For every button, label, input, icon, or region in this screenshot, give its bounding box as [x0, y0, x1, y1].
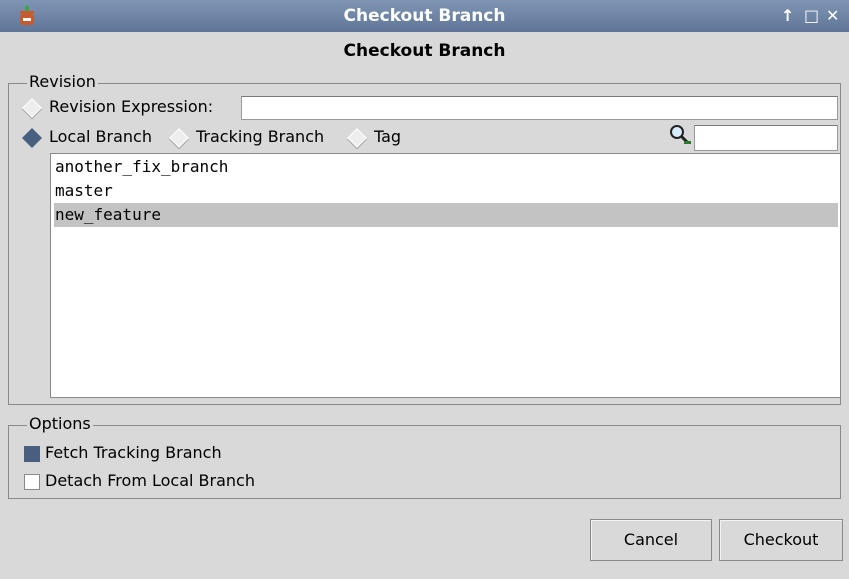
detach-local-label[interactable]: Detach From Local Branch [45, 471, 255, 490]
magnifier-search-icon [670, 125, 691, 145]
revision-expression-input[interactable] [241, 96, 838, 120]
dialog-heading: Checkout Branch [343, 41, 506, 61]
window-title: Checkout Branch [343, 6, 506, 26]
tracking-branch-label[interactable]: Tracking Branch [196, 127, 324, 146]
options-legend: Options [27, 414, 93, 433]
window-close-icon[interactable]: ✕ [826, 6, 839, 25]
local-branch-label[interactable]: Local Branch [49, 127, 152, 146]
branch-list[interactable]: another_fix_branch master new_feature [50, 153, 841, 398]
title-bar: Checkout Branch ↑ □ ✕ [0, 0, 849, 32]
window-shade-icon[interactable]: ↑ [781, 6, 794, 25]
branch-list-item[interactable]: another_fix_branch [54, 155, 838, 179]
revision-expression-label[interactable]: Revision Expression: [49, 97, 213, 116]
window-maximize-icon[interactable]: □ [804, 6, 819, 25]
revision-legend: Revision [27, 72, 98, 91]
fetch-tracking-label[interactable]: Fetch Tracking Branch [45, 443, 222, 462]
branch-list-item[interactable]: master [54, 179, 838, 203]
branch-list-item-selected[interactable]: new_feature [54, 203, 838, 227]
tag-label[interactable]: Tag [374, 127, 401, 146]
cancel-button[interactable]: Cancel [590, 519, 712, 561]
checkout-button[interactable]: Checkout [719, 519, 843, 561]
fetch-tracking-checkbox[interactable] [24, 446, 40, 462]
detach-local-checkbox[interactable] [24, 474, 40, 490]
branch-filter-input[interactable] [694, 125, 838, 151]
